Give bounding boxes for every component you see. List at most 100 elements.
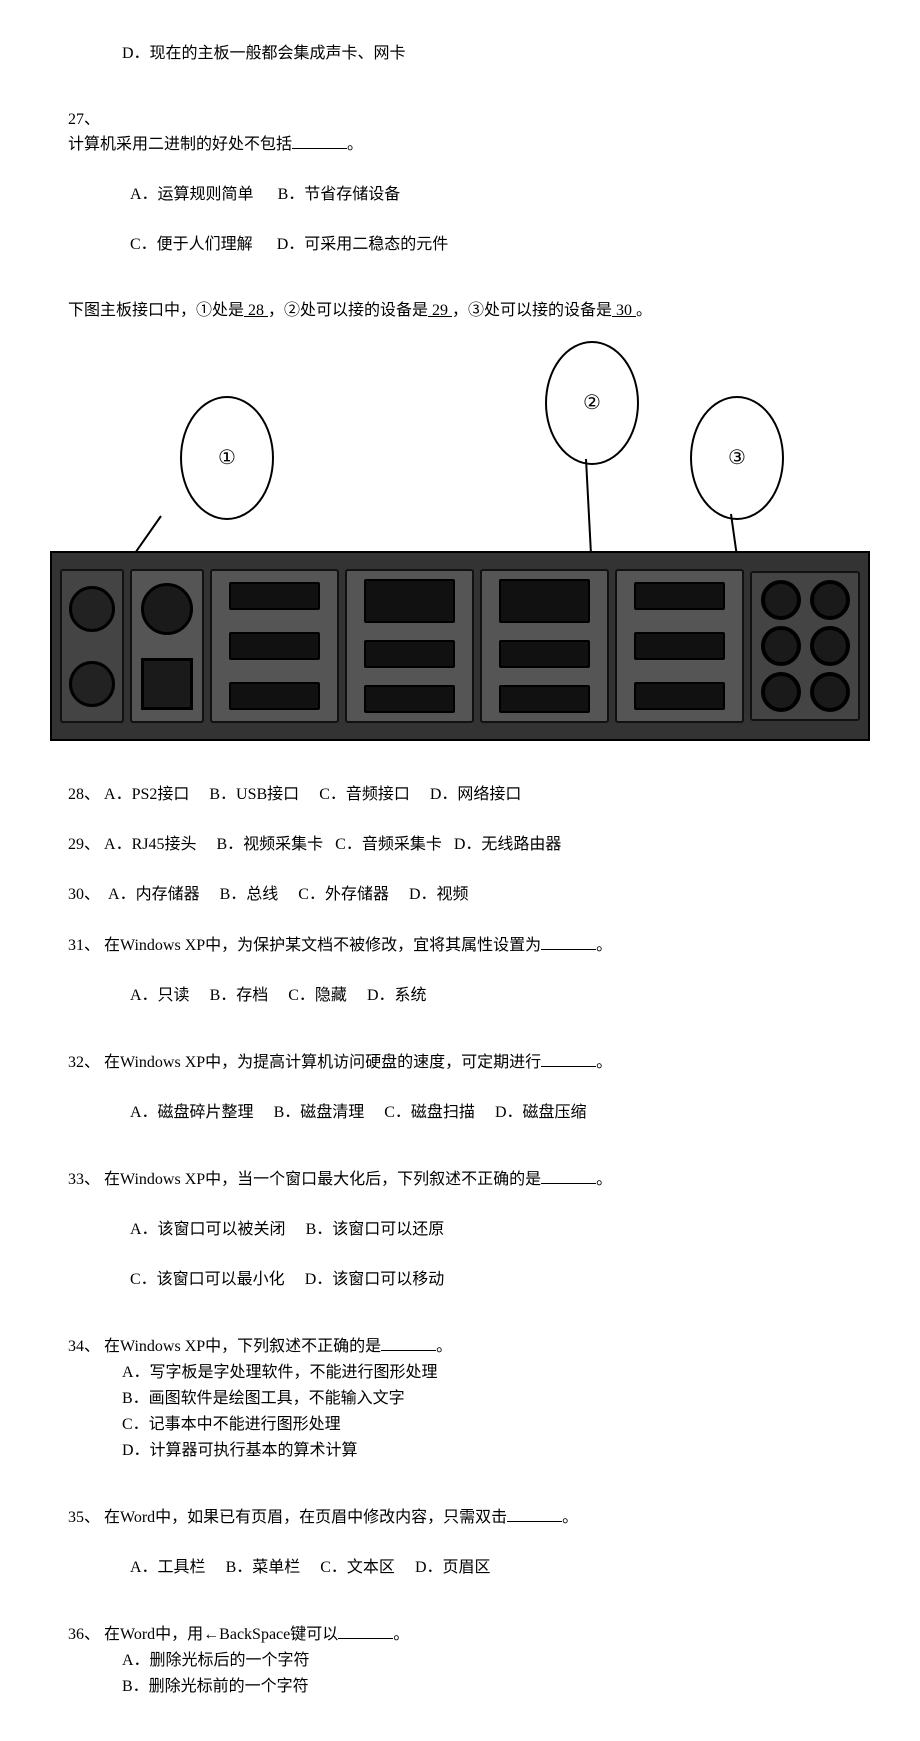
usb-slot [634,632,726,660]
usb-slot [634,582,726,610]
q31-option-a: A．只读 [130,987,190,1004]
callout-3: ③ [690,396,784,520]
usb-slot [634,682,726,710]
optical-port [141,658,193,710]
fig-intro-mid1: ，②处可以接的设备是 [268,302,428,319]
coax-port [141,583,193,635]
q28-row: 28、 A．PS2接口 B．USB接口 C．音频接口 D．网络接口 [50,759,870,807]
q35-option-a: A．工具栏 [130,1559,206,1576]
fig-intro-blank-29: 29 [428,302,452,319]
q34-stem: 34、 在Windows XP中，下列叙述不正确的是 。 [50,1310,870,1359]
fig-intro-mid2: ，③处可以接的设备是 [452,302,612,319]
q32-option-a: A．磁盘碎片整理 [130,1104,254,1121]
q27-options-row2: C．便于人们理解 D．可采用二稳态的元件 [50,209,870,257]
q31-text: 在Windows XP中，为保护某文档不被修改，宜将其属性设置为 [104,937,541,954]
q32-number: 32、 [68,1054,100,1071]
q35-option-c: C．文本区 [320,1559,395,1576]
q35-option-d: D．页眉区 [415,1559,491,1576]
fig-intro-blank-30: 30 [612,302,636,319]
q34-number: 34、 [68,1338,100,1355]
lan-usb-block-1 [345,569,474,723]
q27-tail: 。 [347,136,363,153]
lan-port [364,579,456,623]
q31-option-c: C．隐藏 [288,987,347,1004]
q29-option-d: D．无线路由器 [454,836,562,853]
q31-option-b: B．存档 [210,987,269,1004]
q35-number: 35、 [68,1509,100,1526]
q33-options-row1: A．该窗口可以被关闭 B．该窗口可以还原 [50,1194,870,1242]
figure-intro: 下图主板接口中，①处是 28 ，②处可以接的设备是 29 ，③处可以接的设备是 … [50,275,870,323]
usb-slot [364,685,456,713]
q27-options-row1: A．运算规则简单 B．节省存储设备 [50,159,870,207]
usb-slot [229,582,321,610]
callout-1-label: ① [218,443,236,473]
q36-option-b: B．删除光标前的一个字符 [50,1675,870,1699]
q27-option-d: D．可采用二稳态的元件 [277,236,449,253]
q27-option-a: A．运算规则简单 [130,186,254,203]
usb-slot [364,640,456,668]
optical-block [130,569,204,723]
q33-tail: 。 [596,1171,612,1188]
q35-options: A．工具栏 B．菜单栏 C．文本区 D．页眉区 [50,1532,870,1580]
callout-3-label: ③ [728,443,746,473]
fig-intro-pre: 下图主板接口中，①处是 [68,302,244,319]
q30-row: 30、 A．内存储器 B．总线 C．外存储器 D．视频 [50,859,870,907]
q28-option-c: C．音频接口 [319,786,410,803]
q32-option-c: C．磁盘扫描 [384,1104,475,1121]
q33-option-a: A．该窗口可以被关闭 [130,1221,286,1238]
usb-slot [229,682,321,710]
q33-blank [541,1167,596,1184]
q31-option-d: D．系统 [367,987,427,1004]
q29-option-c: C．音频采集卡 [335,836,442,853]
audio-jack [761,626,801,666]
ps2-port-bottom [69,661,115,707]
q27-option-c: C．便于人们理解 [130,236,253,253]
audio-jack [761,672,801,712]
callout-2-stem [585,459,592,564]
q29-option-a: A．RJ45接头 [104,836,196,853]
q30-option-a: A．内存储器 [108,886,200,903]
audio-jack [761,580,801,620]
q34-tail: 。 [436,1338,452,1355]
q32-option-d: D．磁盘压缩 [495,1104,587,1121]
q36-tail: 。 [393,1626,409,1643]
q28-option-a: A．PS2接口 [104,786,189,803]
q35-stem: 35、 在Word中，如果已有页眉，在页眉中修改内容，只需双击。 [50,1481,870,1530]
q27-option-b: B．节省存储设备 [278,186,401,203]
q30-option-c: C．外存储器 [298,886,389,903]
q34-text: 在Windows XP中，下列叙述不正确的是 [104,1338,381,1355]
q30-option-b: B．总线 [220,886,279,903]
q31-stem: 31、 在Windows XP中，为保护某文档不被修改，宜将其属性设置为 。 [50,909,870,958]
lan-usb-block-2 [480,569,609,723]
q29-option-b: B．视频采集卡 [216,836,323,853]
audio-jack [810,626,850,666]
q27-text: 计算机采用二进制的好处不包括 [68,136,292,153]
q35-blank [507,1505,562,1522]
usb-slot [499,640,591,668]
ps2-block [60,569,124,723]
q32-stem: 32、 在Windows XP中，为提高计算机访问硬盘的速度，可定期进行。 [50,1026,870,1075]
q31-blank [541,933,596,950]
callout-1: ① [180,396,274,520]
q33-option-d: D．该窗口可以移动 [305,1271,445,1288]
q28-option-b: B．USB接口 [209,786,299,803]
q34-blank [381,1334,436,1351]
q35-text: 在Word中，如果已有页眉，在页眉中修改内容，只需双击 [104,1509,507,1526]
q34-option-a: A．写字板是字处理软件，不能进行图形处理 [50,1361,870,1385]
q33-option-c: C．该窗口可以最小化 [130,1271,285,1288]
q32-options: A．磁盘碎片整理 B．磁盘清理 C．磁盘扫描 D．磁盘压缩 [50,1077,870,1125]
audio-block [750,571,860,721]
q36-stem: 36、 在Word中，用←BackSpace键可以。 [50,1598,870,1647]
usb-block-2 [615,569,744,723]
audio-jack [810,580,850,620]
audio-jack [810,672,850,712]
usb-slot [499,685,591,713]
q31-tail: 。 [596,937,612,954]
q30-number: 30、 [68,886,100,903]
prev-question-option-d: D．现在的主板一般都会集成声卡、网卡 [50,42,870,66]
q31-number: 31、 [68,937,100,954]
q34-option-d: D．计算器可执行基本的算术计算 [50,1439,870,1463]
q36-blank [338,1622,393,1639]
io-panel [50,551,870,741]
q32-text: 在Windows XP中，为提高计算机访问硬盘的速度，可定期进行 [104,1054,541,1071]
